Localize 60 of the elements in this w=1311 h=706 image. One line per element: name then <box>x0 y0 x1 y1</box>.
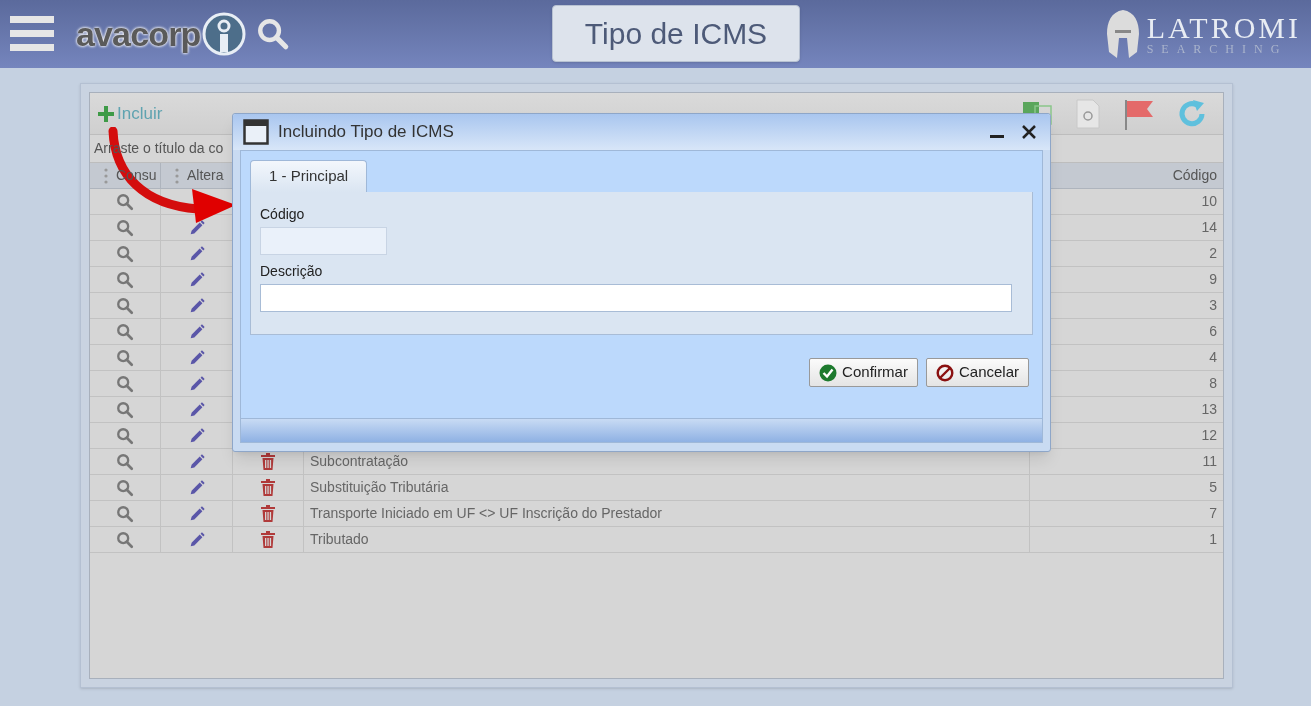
table-cell-text: Transporte Iniciado em UF <> UF Inscrição do Prestador <box>310 504 662 523</box>
table-cell-text: 9 <box>1209 270 1217 289</box>
trash-icon[interactable] <box>260 530 276 549</box>
close-icon[interactable] <box>1022 125 1036 139</box>
search-icon[interactable] <box>116 478 134 497</box>
drag-handle-icon[interactable] <box>104 167 108 184</box>
drag-handle-icon[interactable] <box>175 167 179 184</box>
search-icon[interactable] <box>116 270 134 289</box>
table-cell-text: 11 <box>1202 452 1217 471</box>
table-cell-text: 6 <box>1209 322 1217 341</box>
field-label: Descrição <box>260 262 324 281</box>
search-icon[interactable] <box>116 244 134 263</box>
search-icon[interactable] <box>116 452 134 471</box>
trash-icon[interactable] <box>260 478 276 497</box>
table-cell-text: 13 <box>1201 400 1217 419</box>
table-cell-text: Tributado <box>310 530 369 549</box>
cancel-button[interactable]: Cancelar <box>925 358 1029 387</box>
menu-icon[interactable] <box>10 14 54 54</box>
tab[interactable]: 1 - Principal <box>250 160 368 192</box>
search-icon[interactable] <box>116 504 134 523</box>
table-cell-text: 7 <box>1209 504 1217 523</box>
table-cell-text: 3 <box>1209 296 1217 315</box>
table-cell-text: 5 <box>1209 478 1217 497</box>
table-cell-text: 4 <box>1209 348 1217 367</box>
search-icon[interactable] <box>116 400 134 419</box>
brand-tagline: SEARCHING <box>1146 43 1288 55</box>
search-icon[interactable] <box>116 426 134 445</box>
search-icon[interactable] <box>256 17 291 51</box>
table-cell-text: Subcontratação <box>310 452 409 471</box>
table-cell-text: 8 <box>1209 374 1217 393</box>
search-icon[interactable] <box>116 296 134 315</box>
logo-text: avacorp <box>76 17 201 51</box>
field-label: Código <box>260 205 306 224</box>
window-icon <box>243 119 269 145</box>
search-icon[interactable] <box>116 192 134 211</box>
dialog-title: Incluindo Tipo de ICMS <box>278 121 454 144</box>
search-icon[interactable] <box>116 322 134 341</box>
table-cell-text: 2 <box>1209 244 1217 263</box>
search-icon[interactable] <box>116 374 134 393</box>
table-cell-text: 14 <box>1201 218 1217 237</box>
table-cell-text: Substituição Tributária <box>310 478 449 497</box>
brand-name: LATROMI <box>1146 13 1301 43</box>
check-icon <box>819 363 838 382</box>
search-icon[interactable] <box>116 218 134 237</box>
document-icon[interactable] <box>1075 98 1101 129</box>
trash-icon[interactable] <box>260 452 276 471</box>
trash-icon[interactable] <box>260 504 276 523</box>
table-cell-text: 10 <box>1201 192 1217 211</box>
search-icon[interactable] <box>116 530 134 549</box>
table-cell-text: 1 <box>1209 530 1217 549</box>
search-icon[interactable] <box>116 348 134 367</box>
page-title: Tipo de ICMS <box>552 5 800 62</box>
table-cell-text: 12 <box>1201 426 1217 445</box>
plus-icon <box>98 105 114 122</box>
flag-icon[interactable] <box>1123 97 1155 130</box>
prohibited-icon <box>935 363 954 382</box>
logo-icon <box>202 12 247 56</box>
confirm-button[interactable]: Confirmar <box>809 358 918 387</box>
input-field[interactable] <box>260 284 1012 312</box>
column-label: Altera <box>187 166 224 185</box>
